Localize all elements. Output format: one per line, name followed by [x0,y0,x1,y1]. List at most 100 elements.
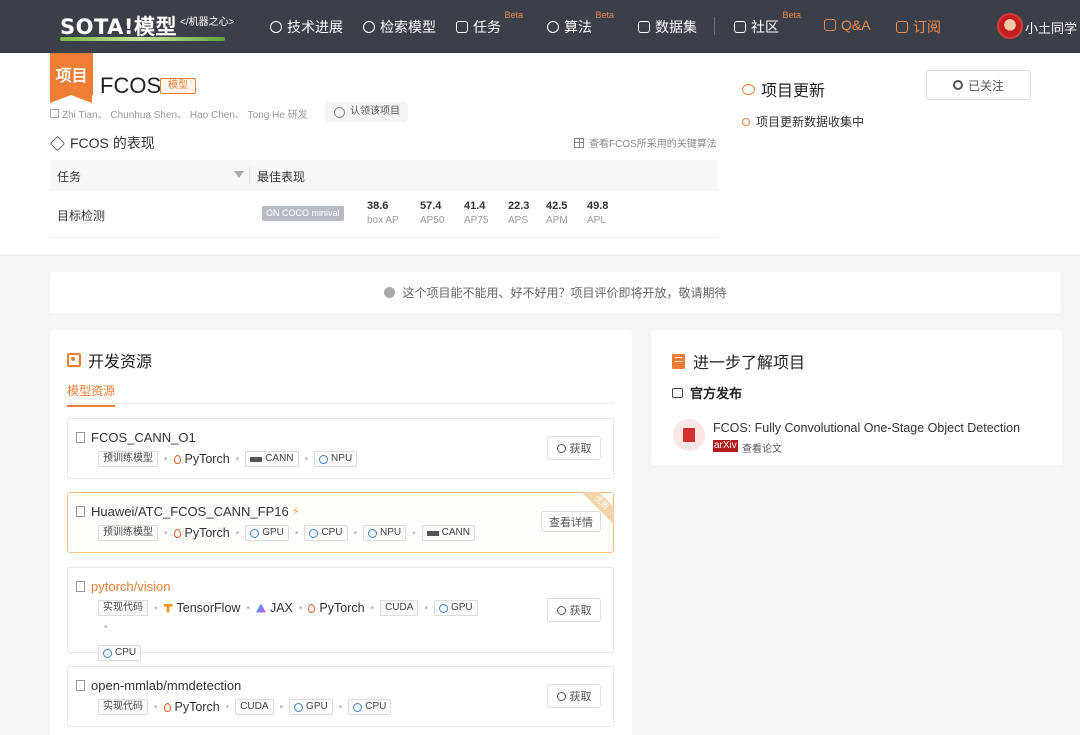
chip-icon [309,528,319,538]
resource-name[interactable]: Huawei/ATC_FCOS_CANN_FP16 ⚡ [76,504,299,519]
type-tag: 模型 [160,78,196,94]
claim-project-button[interactable]: 认领该项目 [325,102,408,122]
authors: Zhi Tian、 Chunhua Shen、 Hao Chen、 Tong H… [50,106,308,121]
list-item: 优质 Huawei/ATC_FCOS_CANN_FP16 ⚡ 预训练模型 • P… [67,492,614,553]
github-icon [556,605,566,615]
nav-item-community[interactable]: 社区 Beta [734,10,801,37]
update-item-text: 项目更新数据收集中 [756,115,865,129]
project-updates-title: 项目更新 [742,77,825,101]
ring-icon [742,117,750,126]
metric-box-ap: 38.6 box AP [367,200,399,226]
project-badge: 项目 [50,53,93,103]
nav-item-subscribe[interactable]: 订阅 [896,17,941,37]
logo-underline [60,37,225,41]
tag-separator: • [338,701,343,713]
link-icon [556,443,566,453]
tag-separator: • [370,602,375,614]
framework-label: TensorFlow [176,601,241,615]
resource-name-text: FCOS_CANN_O1 [91,430,196,445]
nav-item-datasets[interactable]: 数据集 [638,17,697,37]
top-nav: SOTA!模型 </机器之心> 技术进展 检索模型 任务 Beta 算法 Bet… [0,0,1080,53]
filter-icon[interactable] [234,171,244,178]
resource-name[interactable]: FCOS_CANN_O1 [76,430,196,445]
tag: GPU [289,699,333,715]
tag-label: CANN [265,453,294,464]
document-icon [683,428,695,442]
nav-item-search-models[interactable]: 检索模型 [363,17,436,37]
tensorflow-icon [163,603,173,613]
tag: 实现代码 [98,600,148,616]
avatar[interactable] [997,13,1023,39]
resource-icon [67,353,81,367]
key-algorithms-link[interactable]: 查看FCOS所采用的关键算法 [574,135,717,150]
paper-icon [673,419,705,451]
tag: 预训练模型 [98,525,158,541]
view-paper-link[interactable]: 查看论文 [742,440,782,455]
get-button[interactable]: 获取 [547,436,601,460]
pytorch-icon [308,603,316,613]
cann-icon [426,530,439,536]
nav-item-tech-progress[interactable]: 技术进展 [270,17,343,37]
follow-button[interactable]: 已关注 [926,70,1031,100]
dev-resources-title: 开发资源 [67,348,152,372]
framework-label: JAX [269,601,293,615]
tag-separator: • [353,527,358,539]
metric-apl: 49.8 APL [587,200,608,226]
institution-icon [50,109,59,118]
nav-item-qa[interactable]: Q&A [824,17,871,33]
framework-label: PyTorch [319,601,365,615]
user-name[interactable]: 小土同学 [1025,18,1077,37]
metric-label: APS [508,215,529,226]
chip-icon [103,648,112,658]
chip-icon [438,603,448,613]
nav-item-algorithms[interactable]: 算法 Beta [547,10,614,37]
metric-value: 57.4 [420,200,442,212]
metric-value: 22.3 [508,200,530,212]
nav-item-tasks[interactable]: 任务 Beta [456,10,523,37]
tag: GPU [433,600,478,616]
task-cell[interactable]: 目标检测 [57,207,105,224]
tag: 实现代码 [98,699,148,715]
view-details-button[interactable]: 查看详情 [541,511,601,532]
resource-tags: 预训练模型 • PyTorch • CANN • NPU [98,451,358,467]
lightning-icon: ⚡ [291,506,300,518]
tag-separator: • [154,602,158,614]
metric-value: 38.6 [367,200,389,212]
metric-label: AP50 [420,215,445,226]
get-label: 获取 [569,605,592,617]
list-item: FCOS_CANN_O1 预训练模型 • PyTorch • CANN • NP… [67,418,614,479]
tag: CPU [348,699,392,715]
performance-title: FCOS 的表现 [49,133,155,153]
nav-label: 技术进展 [287,19,343,35]
tag-separator: • [304,453,309,465]
resource-name[interactable]: open-mmlab/mmdetection [76,678,241,693]
jax-icon [255,603,266,613]
dataset-tag[interactable]: ON COCO minival [262,206,344,221]
authors-text: Zhi Tian、 Chunhua Shen、 Hao Chen、 Tong H… [62,110,308,121]
nav-label: 社区 [751,19,779,35]
paper-title[interactable]: FCOS: Fully Convolutional One-Stage Obje… [713,421,1020,435]
resource-name[interactable]: pytorch/vision [76,579,170,594]
tag-label: NPU [380,527,402,538]
tab-divider [67,403,614,404]
nav-label: 任务 [473,19,501,35]
follow-icon [952,80,963,90]
tag-separator: • [294,527,299,539]
project-title: FCOS [100,73,162,98]
framework-tensorflow: TensorFlow [163,601,241,615]
tag-label: CPU [365,701,387,712]
announcement-icon [672,387,683,398]
column-divider [249,167,250,184]
tab-label: 模型资源 [67,384,116,398]
beta-badge: Beta [782,10,801,20]
col-task: 任务 [57,170,82,184]
nav-label: 检索模型 [380,19,436,35]
compass-icon [270,21,282,33]
repo-icon [76,680,85,691]
site-logo[interactable]: SOTA!模型 </机器之心> [60,12,234,41]
get-button[interactable]: 获取 [547,598,601,622]
pytorch-icon [163,702,171,712]
get-button[interactable]: 获取 [547,684,601,708]
tag: NPU [314,451,358,467]
dev-resources-title-text: 开发资源 [88,354,153,371]
